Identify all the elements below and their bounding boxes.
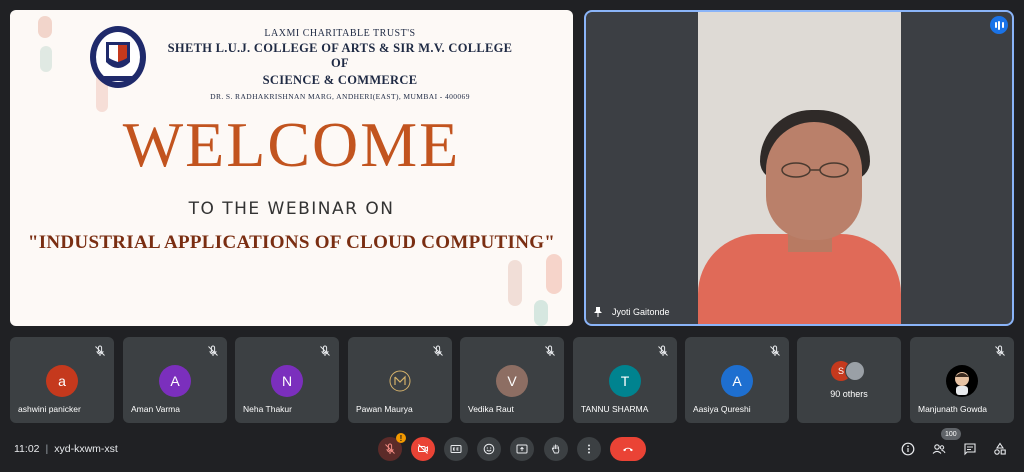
webinar-topic: "INDUSTRIAL APPLICATIONS OF CLOUD COMPUT… <box>27 232 556 253</box>
leave-call-button[interactable] <box>610 437 646 461</box>
participant-name: Aman Varma <box>131 404 180 414</box>
activities-button[interactable] <box>991 440 1009 458</box>
speaker-face <box>766 122 862 240</box>
college-header: LAXMI CHARITABLE TRUST'S SHETH L.U.J. CO… <box>160 28 520 101</box>
decor-blob <box>508 260 522 306</box>
participant-tile[interactable]: T TANNU SHARMA <box>573 337 677 423</box>
clock-time: 11:02 <box>14 443 40 455</box>
meeting-info: 11:02 | xyd-kxwm-xst <box>14 443 118 455</box>
meeting-code: xyd-kxwm-xst <box>54 443 118 455</box>
mic-off-icon <box>385 443 395 454</box>
warning-badge: ! <box>396 433 406 443</box>
trust-name: LAXMI CHARITABLE TRUST'S <box>264 28 416 39</box>
speaker-tile[interactable]: Jyoti Gaitonde <box>584 10 1014 326</box>
avatar-photo <box>845 361 865 381</box>
presentation-slide: LAXMI CHARITABLE TRUST'S SHETH L.U.J. CO… <box>10 10 573 326</box>
mic-off-icon <box>433 345 443 356</box>
meet-window: LAXMI CHARITABLE TRUST'S SHETH L.U.J. CO… <box>0 0 1024 472</box>
others-tile[interactable]: S 90 others <box>797 337 901 423</box>
camera-toggle-button[interactable] <box>411 437 435 461</box>
control-bar: 11:02 | xyd-kxwm-xst ! <box>0 430 1024 472</box>
separator: | <box>45 443 49 455</box>
participant-tile[interactable]: N Neha Thakur <box>235 337 339 423</box>
others-count: 90 others <box>830 389 868 399</box>
avatar: A <box>159 365 191 397</box>
raise-hand-button[interactable] <box>544 437 568 461</box>
avatar: a <box>46 365 78 397</box>
chat-icon <box>964 443 976 456</box>
decor-blob <box>40 46 52 72</box>
participant-name: Vedika Raut <box>468 404 514 414</box>
participant-tile[interactable]: Pawan Maurya <box>348 337 452 423</box>
decor-blob <box>546 254 562 294</box>
cartoon-avatar-icon <box>947 366 977 396</box>
avatar: A <box>721 365 753 397</box>
avatar: N <box>271 365 303 397</box>
more-options-button[interactable] <box>577 437 601 461</box>
decor-blob <box>38 16 52 38</box>
reactions-button[interactable] <box>477 437 501 461</box>
avatar: V <box>496 365 528 397</box>
pin-icon[interactable] <box>592 306 604 318</box>
participant-tile[interactable]: V Vedika Raut <box>460 337 564 423</box>
webinar-subtitle: TO THE WEBINAR ON <box>188 199 395 219</box>
phone-hangup-icon <box>623 447 633 452</box>
speaker-name: Jyoti Gaitonde <box>612 307 670 317</box>
mic-off-icon <box>95 345 105 356</box>
more-vert-icon <box>588 444 590 454</box>
decor-blob <box>534 300 548 326</box>
present-screen-button[interactable] <box>510 437 534 461</box>
participant-name: TANNU SHARMA <box>581 404 649 414</box>
participant-name: Manjunath Gowda <box>918 404 987 414</box>
participant-tile[interactable]: a ashwini panicker <box>10 337 114 423</box>
chat-button[interactable] <box>961 440 979 458</box>
participant-name: Pawan Maurya <box>356 404 413 414</box>
welcome-heading: WELCOME <box>122 109 461 180</box>
avatar: T <box>609 365 641 397</box>
participant-tile[interactable]: A Aasiya Qureshi <box>685 337 789 423</box>
camera-off-icon <box>418 444 428 454</box>
raise-hand-icon <box>551 444 560 454</box>
avatar <box>384 365 416 397</box>
captions-button[interactable] <box>444 437 468 461</box>
info-icon <box>901 442 915 456</box>
audio-level-icon <box>990 16 1008 34</box>
college-name-line1: SHETH L.U.J. COLLEGE OF ARTS & SIR M.V. … <box>167 41 513 70</box>
college-name-line2: SCIENCE & COMMERCE <box>262 73 418 87</box>
college-address: DR. S. RADHAKRISHNAN MARG, ANDHERI(EAST)… <box>210 92 470 101</box>
others-avatar-stack: S <box>831 361 871 383</box>
participant-tile[interactable]: Manjunath Gowda <box>910 337 1014 423</box>
closed-captions-icon <box>450 445 462 453</box>
people-button[interactable] <box>930 440 948 458</box>
microphone-toggle-button[interactable]: ! <box>378 433 406 461</box>
mic-off-icon <box>770 345 780 356</box>
activities-icon <box>994 442 1006 455</box>
mic-off-icon <box>995 345 1005 356</box>
avatar <box>946 365 978 397</box>
speaker-label: Jyoti Gaitonde <box>592 306 670 318</box>
participant-name: Neha Thakur <box>243 404 292 414</box>
glasses-icon <box>781 162 849 178</box>
mic-off-icon <box>545 345 555 356</box>
present-screen-icon <box>516 444 528 454</box>
emoji-icon <box>483 443 495 455</box>
mic-off-icon <box>208 345 218 356</box>
people-icon <box>932 444 946 454</box>
people-count-badge: 100 <box>941 428 961 440</box>
participant-name: ashwini panicker <box>18 404 81 414</box>
participant-name: Aasiya Qureshi <box>693 404 751 414</box>
college-logo <box>90 26 146 88</box>
participant-tile[interactable]: A Aman Varma <box>123 337 227 423</box>
monogram-logo-icon <box>389 370 411 392</box>
meeting-details-button[interactable] <box>899 440 917 458</box>
mic-off-icon <box>658 345 668 356</box>
speaker-video <box>698 12 901 324</box>
mic-off-icon <box>320 345 330 356</box>
